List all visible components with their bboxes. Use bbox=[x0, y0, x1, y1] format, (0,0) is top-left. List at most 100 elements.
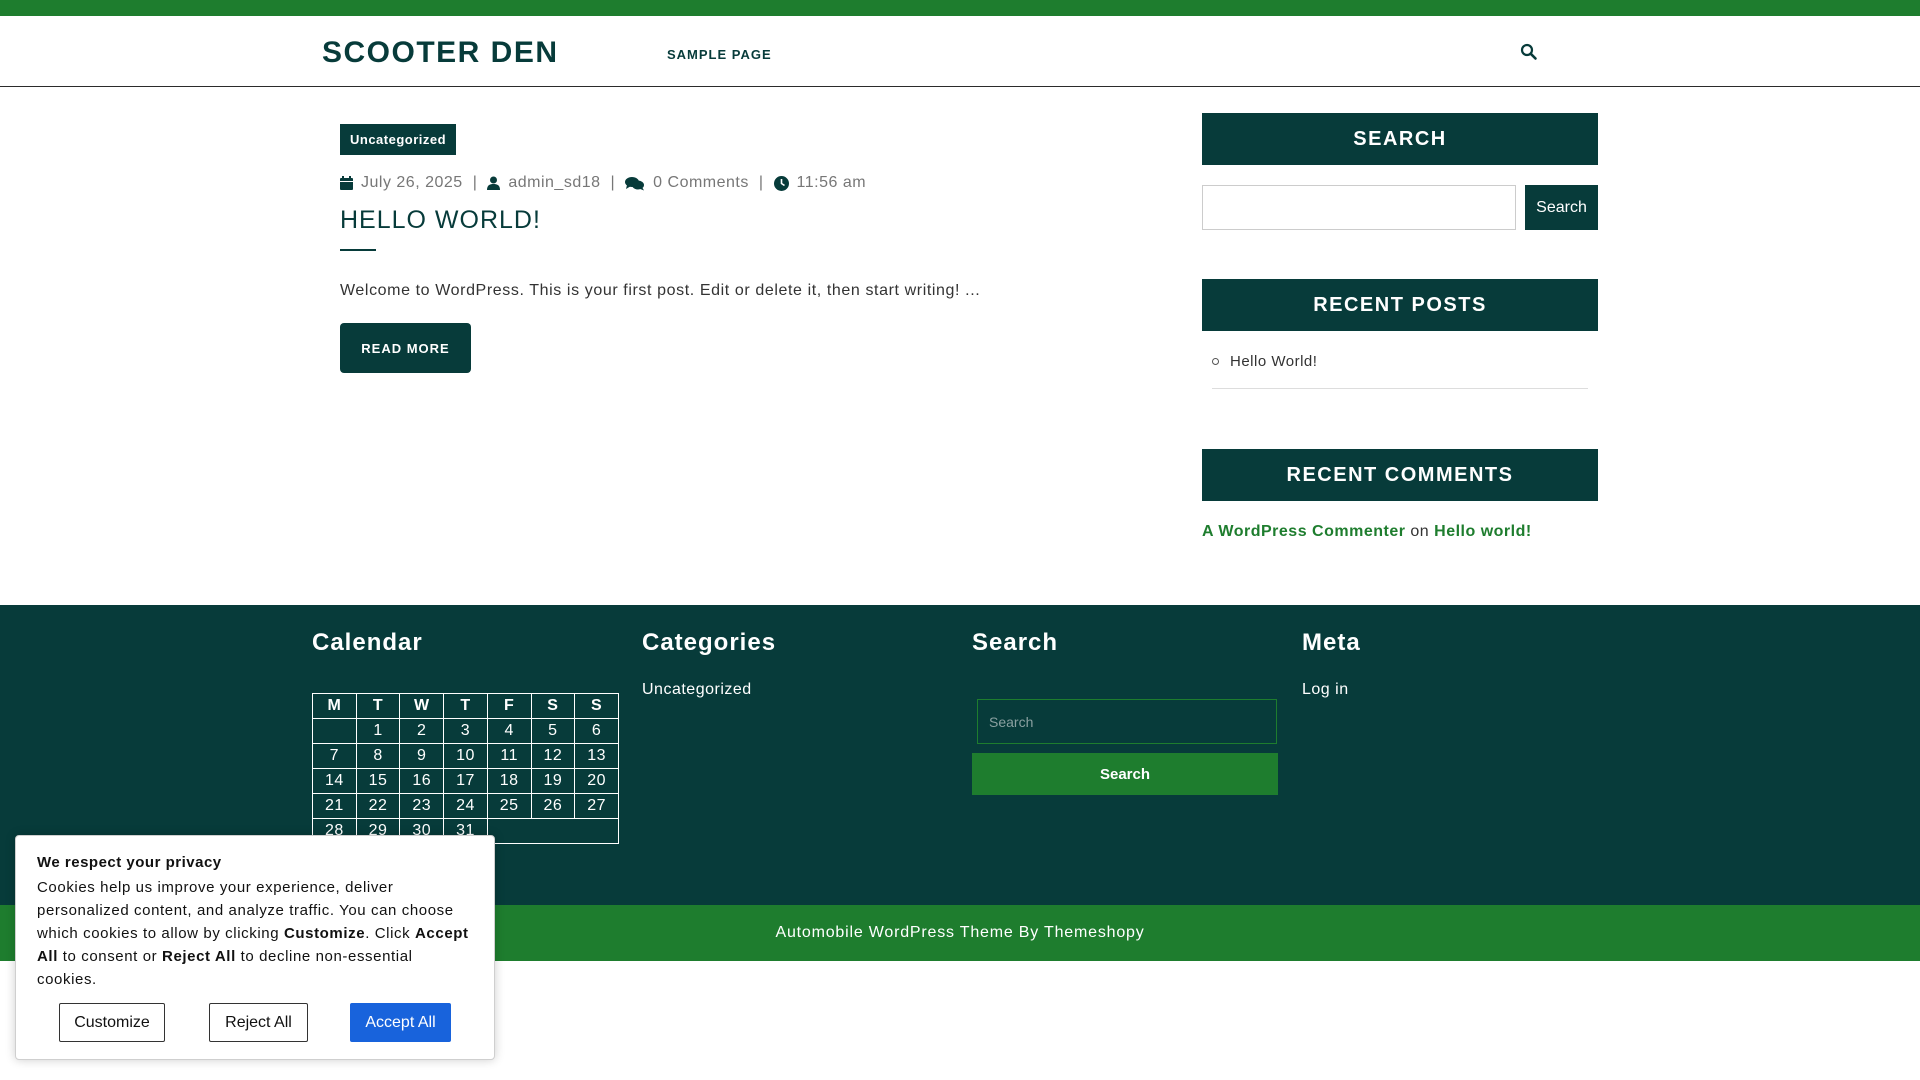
calendar-day: 4 bbox=[486, 718, 532, 744]
sidebar: SEARCH Search RECENT POSTS Hello World! … bbox=[1202, 113, 1598, 540]
cookie-text-part: to consent or bbox=[57, 948, 163, 965]
calendar-day: 10 bbox=[443, 743, 488, 769]
sidebar-search-button[interactable]: Search bbox=[1525, 185, 1598, 230]
site-header: SCOOTER DEN SAMPLE PAGE bbox=[0, 16, 1920, 87]
recent-comment-item: A WordPress Commenter on Hello world! bbox=[1202, 523, 1532, 541]
cookie-consent-banner: We respect your privacy Cookies help us … bbox=[15, 835, 495, 1060]
post-excerpt: Welcome to WordPress. This is your first… bbox=[340, 282, 981, 299]
calendar-day: 15 bbox=[355, 768, 401, 794]
footer-search-input[interactable] bbox=[977, 699, 1277, 744]
post-title[interactable]: HELLO WORLD! bbox=[340, 206, 541, 235]
calendar-week-row: 21 22 23 24 25 26 27 bbox=[312, 793, 619, 819]
calendar-day: 25 bbox=[486, 793, 532, 819]
comment-post-link[interactable]: Hello world! bbox=[1434, 523, 1532, 540]
search-icon[interactable] bbox=[1520, 43, 1540, 63]
comments-icon bbox=[625, 176, 645, 190]
post-comments[interactable]: 0 Comments bbox=[625, 174, 749, 192]
calendar-title: Calendar bbox=[312, 629, 423, 656]
meta-separator: | bbox=[472, 174, 478, 191]
calendar-day-header: S bbox=[530, 693, 576, 719]
meta-separator: | bbox=[758, 174, 764, 191]
calendar-day: 5 bbox=[530, 718, 576, 744]
cookie-customize-button[interactable]: Customize bbox=[59, 1003, 165, 1042]
comment-on-text: on bbox=[1410, 523, 1430, 540]
calendar-day: 18 bbox=[486, 768, 532, 794]
site-title[interactable]: SCOOTER DEN bbox=[322, 36, 559, 70]
recent-post-link[interactable]: Hello World! bbox=[1230, 353, 1317, 370]
search-widget-title: SEARCH bbox=[1202, 113, 1598, 165]
post-card: Uncategorized July 26, 2025 | admin_sd18… bbox=[340, 124, 1040, 373]
calendar-day-header: T bbox=[443, 693, 488, 719]
calendar-day: 26 bbox=[530, 793, 576, 819]
sidebar-search-form: Search bbox=[1202, 185, 1598, 230]
calendar-widget: Calendar MTWTFSS 1 2 3 4 5 6 7 8 9 10 11 12 13 14 15 16… bbox=[312, 629, 622, 844]
sidebar-search-input[interactable] bbox=[1202, 185, 1516, 230]
recent-post-item[interactable]: Hello World! bbox=[1212, 353, 1588, 389]
calendar-table: MTWTFSS 1 2 3 4 5 6 7 8 9 10 11 12 13 14 15 16 17 18 19 20 2… bbox=[312, 693, 620, 844]
copyright-text[interactable]: Automobile WordPress Theme By Themeshopy bbox=[775, 924, 1144, 941]
calendar-day: 8 bbox=[355, 743, 401, 769]
calendar-day: 1 bbox=[355, 718, 401, 744]
calendar-day: 17 bbox=[443, 768, 488, 794]
cookie-title: We respect your privacy bbox=[37, 854, 222, 871]
recent-posts-title: RECENT POSTS bbox=[1202, 279, 1598, 331]
calendar-day-header: F bbox=[486, 693, 532, 719]
user-icon bbox=[487, 176, 501, 190]
calendar-week-row: 14 15 16 17 18 19 20 bbox=[312, 768, 619, 794]
calendar-day: 9 bbox=[399, 743, 445, 769]
calendar-day: 12 bbox=[530, 743, 576, 769]
nav-sample-page[interactable]: SAMPLE PAGE bbox=[667, 47, 772, 62]
categories-title: Categories bbox=[642, 629, 777, 656]
calendar-day: 19 bbox=[530, 768, 576, 794]
categories-widget: Categories Uncategorized bbox=[642, 629, 942, 698]
recent-comments-title: RECENT COMMENTS bbox=[1202, 449, 1598, 501]
category-link[interactable]: Uncategorized bbox=[642, 681, 752, 699]
cookie-accept-button[interactable]: Accept All bbox=[350, 1003, 451, 1042]
top-accent-bar bbox=[0, 0, 1920, 16]
post-date[interactable]: July 26, 2025 bbox=[340, 174, 463, 192]
calendar-pad-cell bbox=[486, 818, 620, 844]
bullet-circle-icon bbox=[1212, 358, 1219, 365]
calendar-day: 13 bbox=[574, 743, 619, 769]
calendar-week-row: 123456 bbox=[312, 718, 619, 744]
calendar-day: 11 bbox=[486, 743, 532, 769]
calendar-day-header: S bbox=[574, 693, 619, 719]
cookie-customize-word: Customize bbox=[283, 925, 366, 942]
post-author[interactable]: admin_sd18 bbox=[487, 174, 600, 192]
cookie-text-part: . Click bbox=[365, 925, 415, 942]
calendar-empty-cell bbox=[312, 718, 357, 744]
footer-search-button[interactable]: Search bbox=[972, 753, 1278, 795]
calendar-day: 3 bbox=[443, 718, 488, 744]
calendar-day: 24 bbox=[443, 793, 488, 819]
post-date-text: July 26, 2025 bbox=[361, 174, 463, 191]
calendar-day-header: W bbox=[399, 693, 445, 719]
cookie-reject-button[interactable]: Reject All bbox=[209, 1003, 308, 1042]
post-comments-text: 0 Comments bbox=[653, 174, 749, 191]
meta-separator: | bbox=[610, 174, 616, 191]
meta-title: Meta bbox=[1302, 629, 1361, 656]
cookie-reject-word: Reject All bbox=[162, 948, 236, 965]
calendar-week-row: 7 8 9 10 11 12 13 bbox=[312, 743, 619, 769]
calendar-day: 27 bbox=[574, 793, 619, 819]
post-time-text: 11:56 am bbox=[796, 174, 867, 191]
calendar-day: 22 bbox=[355, 793, 401, 819]
footer-search-widget: Search Search bbox=[972, 629, 1282, 795]
post-meta: July 26, 2025 | admin_sd18 | 0 Comments … bbox=[340, 174, 866, 192]
title-divider bbox=[340, 249, 376, 251]
calendar-day: 14 bbox=[312, 768, 357, 794]
login-link[interactable]: Log in bbox=[1302, 681, 1349, 699]
calendar-day: 20 bbox=[574, 768, 619, 794]
read-more-button[interactable]: READ MORE bbox=[340, 323, 471, 373]
post-author-text: admin_sd18 bbox=[508, 174, 601, 191]
calendar-day-header: M bbox=[312, 693, 357, 719]
calendar-day: 23 bbox=[399, 793, 445, 819]
comment-author-link[interactable]: A WordPress Commenter bbox=[1202, 523, 1405, 540]
calendar-day: 21 bbox=[312, 793, 357, 819]
post-time: 11:56 am bbox=[773, 174, 867, 192]
meta-widget: Meta Log in bbox=[1302, 629, 1602, 698]
footer-search-title: Search bbox=[972, 629, 1059, 656]
calendar-day: 7 bbox=[312, 743, 357, 769]
calendar-day-header: T bbox=[355, 693, 401, 719]
calendar-day: 6 bbox=[574, 718, 619, 744]
category-badge[interactable]: Uncategorized bbox=[340, 124, 457, 155]
